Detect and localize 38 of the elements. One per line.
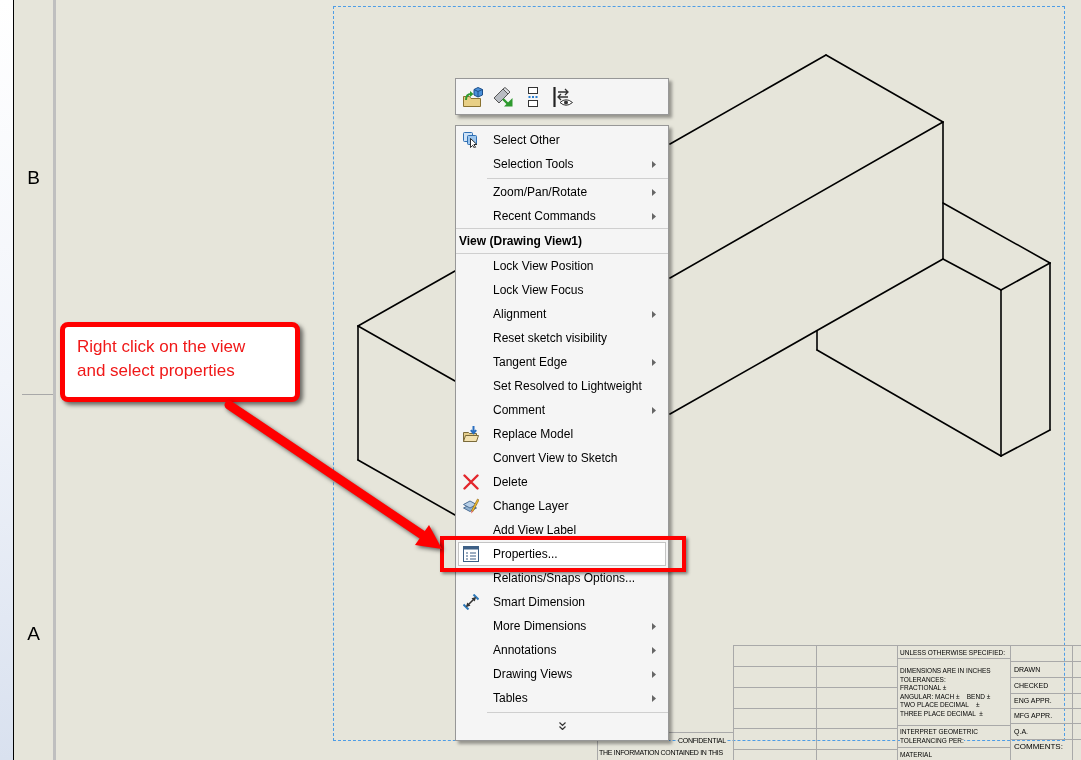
menu-item[interactable]: Delete [458,470,666,494]
double-chevron-icon[interactable] [558,722,566,730]
menu-item[interactable]: More Dimensions [458,614,666,638]
folder-cube-icon[interactable] [463,86,483,107]
menu-section-header: View (Drawing View1) [456,228,668,254]
menu-item[interactable]: Zoom/Pan/Rotate [458,180,666,204]
menu-item[interactable]: Smart Dimension [458,590,666,614]
menu-item[interactable]: Lock View Focus [458,278,666,302]
menu-item[interactable]: Reset sketch visibility [458,326,666,350]
menu-item[interactable]: Convert View to Sketch [458,446,666,470]
menu-item[interactable]: Set Resolved to Lightweight [458,374,666,398]
comments-label: COMMENTS: [1014,742,1063,751]
properties-icon [463,546,479,562]
menu-item[interactable]: Select Other [458,128,666,152]
windows-cursor-icon [463,132,479,148]
callout-note: Right click on the view and select properties [60,322,300,402]
menu-item[interactable]: Tables [458,686,666,710]
menu-item[interactable]: Tangent Edge [458,350,666,374]
menu-item[interactable]: Properties... [458,542,666,566]
menu-item[interactable]: Annotations [458,638,666,662]
arrows-eye-icon[interactable] [553,86,573,107]
menu-item[interactable]: Alignment [458,302,666,326]
menu-item[interactable]: Change Layer [458,494,666,518]
menu-item[interactable]: Add View Label [458,518,666,542]
dimension-icon [463,594,479,610]
menu-item[interactable]: Replace Model [458,422,666,446]
menu-item[interactable]: Selection Tools [458,152,666,176]
menu-item[interactable]: Lock View Position [458,254,666,278]
delete-icon [463,474,479,490]
folder-arrow-icon [463,426,479,442]
menu-item[interactable]: Drawing Views [458,662,666,686]
layers-pencil-icon [463,498,479,514]
zone-label: A [27,623,40,645]
cylinder-arrow-icon[interactable] [493,86,513,107]
zone-label: B [27,167,40,189]
menu-item[interactable]: Comment [458,398,666,422]
menu-item[interactable]: Relations/Snaps Options... [458,566,666,590]
menu-item[interactable]: Recent Commands [458,204,666,228]
